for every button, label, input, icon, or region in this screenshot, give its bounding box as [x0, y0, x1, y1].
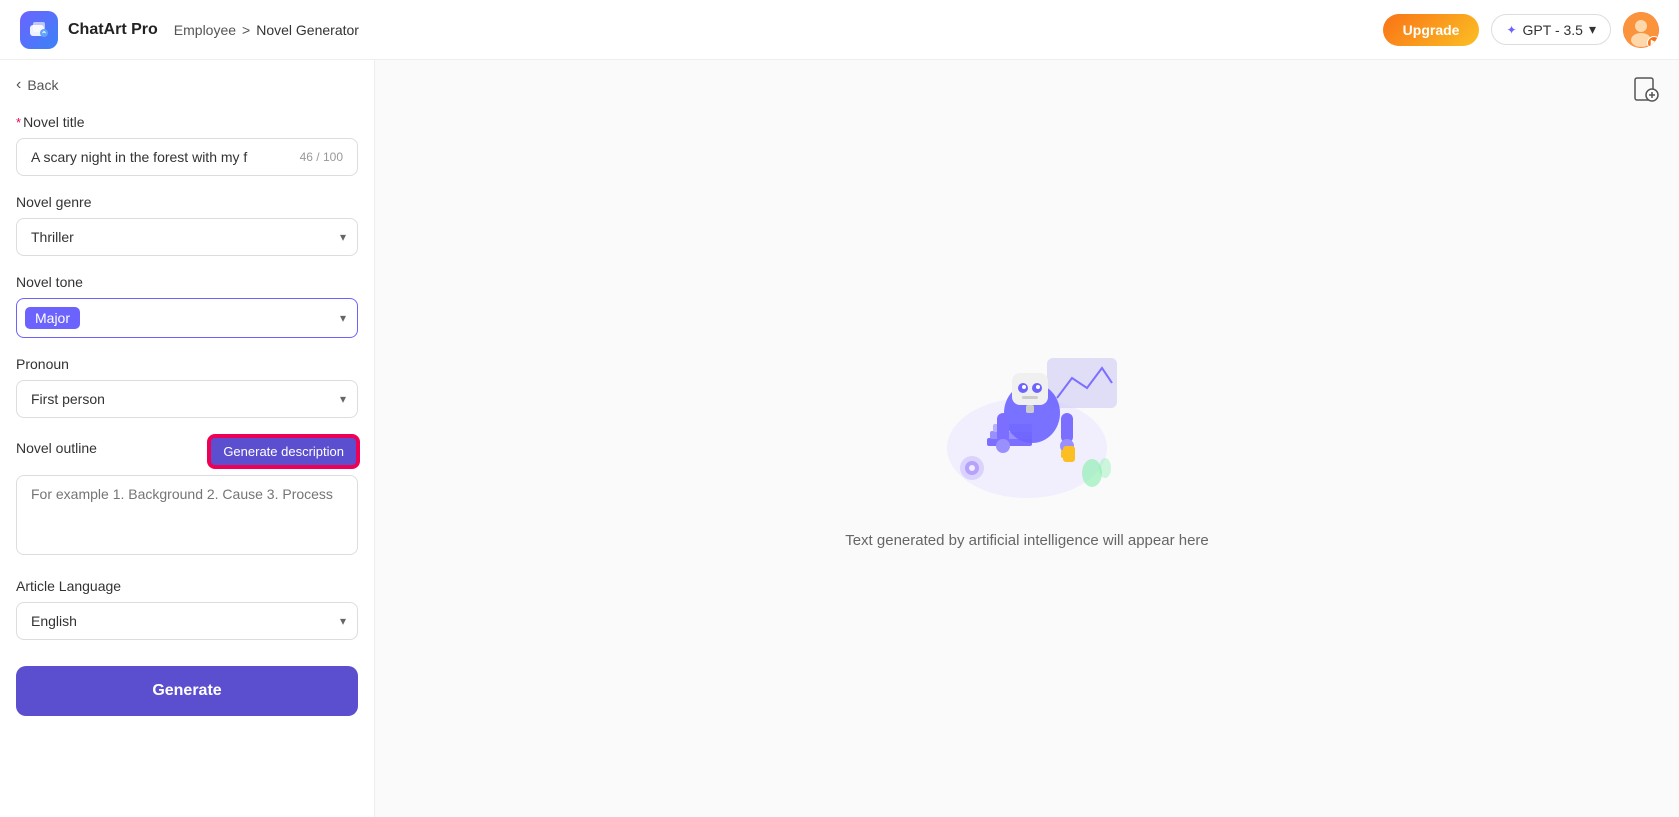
- breadcrumb-parent: Employee: [174, 22, 236, 38]
- back-label: Back: [27, 77, 58, 93]
- novel-tone-select[interactable]: Major: [16, 298, 358, 338]
- genre-chevron-icon: ▾: [340, 230, 346, 244]
- upgrade-button[interactable]: Upgrade: [1383, 14, 1480, 46]
- novel-tone-label: Novel tone: [16, 274, 358, 290]
- article-language-group: Article Language English ▾: [16, 578, 358, 640]
- avatar[interactable]: ▶: [1623, 12, 1659, 48]
- pronoun-value: First person: [31, 391, 105, 407]
- pronoun-label: Pronoun: [16, 356, 358, 372]
- novel-genre-select-wrapper: Thriller ▾: [16, 218, 358, 256]
- gpt-chevron-icon: ▾: [1589, 21, 1596, 38]
- save-icon[interactable]: [1633, 76, 1659, 108]
- pronoun-select[interactable]: First person ▾: [16, 380, 358, 418]
- gpt-star-icon: ✦: [1506, 23, 1516, 37]
- pronoun-group: Pronoun First person ▾: [16, 356, 358, 418]
- generate-description-button[interactable]: Generate description: [209, 436, 358, 467]
- novel-outline-group: Novel outline Generate description: [16, 436, 358, 560]
- novel-genre-group: Novel genre Thriller ▾: [16, 194, 358, 256]
- header-right: Upgrade ✦ GPT - 3.5 ▾ ▶: [1383, 12, 1659, 48]
- pronoun-select-wrapper: First person ▾: [16, 380, 358, 418]
- tone-value: Major: [25, 307, 80, 329]
- language-select[interactable]: English ▾: [16, 602, 358, 640]
- novel-tone-group: Novel tone Major ▾: [16, 274, 358, 338]
- breadcrumb-current: Novel Generator: [256, 22, 359, 38]
- required-mark: *: [16, 115, 21, 130]
- char-count: 46 / 100: [300, 150, 343, 164]
- outline-textarea[interactable]: [16, 475, 358, 555]
- back-arrow-icon: ‹: [16, 76, 21, 94]
- logo-icon: [20, 11, 58, 49]
- breadcrumb-separator: >: [242, 22, 250, 38]
- language-chevron-icon: ▾: [340, 614, 346, 628]
- robot-illustration: [917, 328, 1137, 508]
- genre-value: Thriller: [31, 229, 74, 245]
- avatar-badge: ▶: [1647, 36, 1659, 48]
- main-layout: ‹ Back * Novel title A scary night in th…: [0, 60, 1679, 817]
- novel-genre-select[interactable]: Thriller ▾: [16, 218, 358, 256]
- outline-header: Novel outline Generate description: [16, 436, 358, 467]
- empty-state-text: Text generated by artificial intelligenc…: [845, 532, 1209, 549]
- novel-title-label: * Novel title: [16, 114, 358, 130]
- logo-area: ChatArt Pro: [20, 11, 158, 49]
- app-name: ChatArt Pro: [68, 21, 158, 39]
- pronoun-chevron-icon: ▾: [340, 392, 346, 406]
- breadcrumb: Employee > Novel Generator: [174, 22, 359, 38]
- novel-genre-label: Novel genre: [16, 194, 358, 210]
- generate-button[interactable]: Generate: [16, 666, 358, 716]
- language-value: English: [31, 613, 77, 629]
- language-select-wrapper: English ▾: [16, 602, 358, 640]
- header: ChatArt Pro Employee > Novel Generator U…: [0, 0, 1679, 60]
- gpt-label: GPT - 3.5: [1523, 22, 1583, 38]
- article-language-label: Article Language: [16, 578, 358, 594]
- novel-title-value: A scary night in the forest with my f: [31, 149, 292, 165]
- novel-outline-label: Novel outline: [16, 440, 97, 456]
- novel-title-group: * Novel title A scary night in the fores…: [16, 114, 358, 176]
- right-panel: Text generated by artificial intelligenc…: [375, 60, 1679, 817]
- novel-tone-select-wrapper: Major ▾: [16, 298, 358, 338]
- gpt-selector[interactable]: ✦ GPT - 3.5 ▾: [1491, 14, 1611, 45]
- left-panel: ‹ Back * Novel title A scary night in th…: [0, 60, 375, 817]
- novel-title-input-wrapper[interactable]: A scary night in the forest with my f 46…: [16, 138, 358, 176]
- back-button[interactable]: ‹ Back: [16, 76, 358, 94]
